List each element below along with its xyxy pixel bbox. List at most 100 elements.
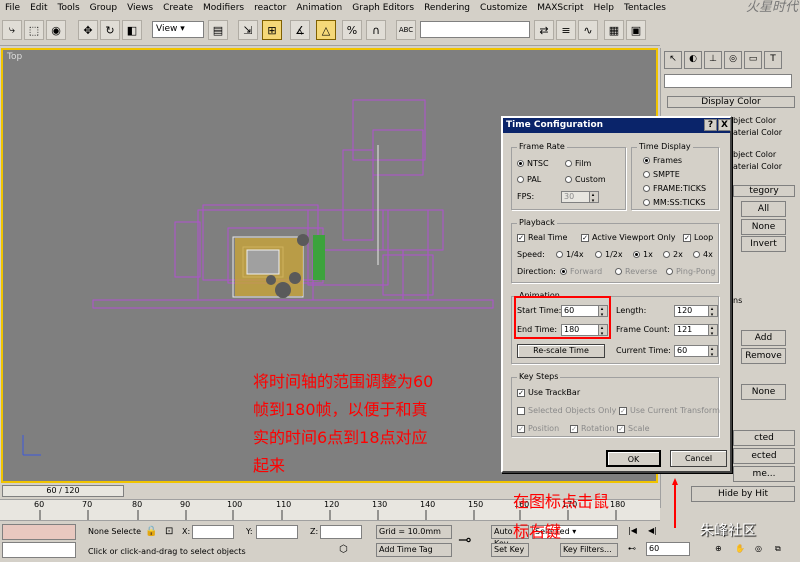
- spinner-snap-icon[interactable]: %: [342, 20, 362, 40]
- none-button-2[interactable]: None: [741, 384, 786, 400]
- length-spinner[interactable]: 120: [674, 305, 718, 317]
- invert-button[interactable]: Invert: [741, 236, 786, 252]
- manipulate-icon[interactable]: ⇲: [238, 20, 258, 40]
- layers-icon[interactable]: ≡: [556, 20, 576, 40]
- set-key-icon[interactable]: ⊸: [458, 530, 471, 549]
- tick-70: 70: [82, 500, 93, 509]
- select-link-icon[interactable]: ⤷: [2, 20, 22, 40]
- speed-4x-radio[interactable]: 4x: [693, 250, 713, 259]
- snap-icon[interactable]: ⊞: [262, 20, 282, 40]
- maximize-icon[interactable]: ⧉: [775, 544, 781, 554]
- material-editor-icon[interactable]: ▦: [604, 20, 624, 40]
- time-slider-text: 60 / 120: [46, 486, 80, 495]
- real-time-checkbox[interactable]: ✓ Real Time: [517, 233, 567, 242]
- select-region-icon[interactable]: ⬚: [24, 20, 44, 40]
- magnet-icon[interactable]: ∩: [366, 20, 386, 40]
- menu-modifiers[interactable]: Modifiers: [198, 3, 249, 13]
- menu-help[interactable]: Help: [588, 3, 619, 13]
- frame-count-spinner[interactable]: 121: [674, 324, 718, 336]
- menu-rendering[interactable]: Rendering: [419, 3, 475, 13]
- maxscript-listener[interactable]: [2, 524, 76, 540]
- menu-file[interactable]: File: [0, 3, 25, 13]
- select-object-icon[interactable]: ◉: [46, 20, 66, 40]
- loop-checkbox[interactable]: ✓ Loop: [683, 233, 713, 242]
- cancel-button[interactable]: Cancel: [670, 450, 727, 467]
- close-button[interactable]: X: [718, 119, 731, 131]
- hierarchy-tab-icon[interactable]: ⊥: [704, 51, 722, 69]
- pan-icon[interactable]: ✋: [735, 544, 745, 553]
- x-coord-field[interactable]: [192, 525, 234, 539]
- display-tab-icon[interactable]: ▭: [744, 51, 762, 69]
- abc-icon[interactable]: ABC: [396, 20, 416, 40]
- smpte-radio[interactable]: SMPTE: [643, 170, 680, 179]
- custom-radio[interactable]: Custom: [565, 175, 606, 184]
- ok-button[interactable]: OK: [606, 450, 661, 467]
- menu-create[interactable]: Create: [158, 3, 198, 13]
- display-color-rollout[interactable]: Display Color: [667, 96, 795, 108]
- add-time-tag-button[interactable]: Add Time Tag: [376, 543, 452, 557]
- hide-by-hit-button[interactable]: Hide by Hit: [691, 486, 795, 502]
- menu-graph-editors[interactable]: Graph Editors: [347, 3, 419, 13]
- dialog-title-bar[interactable]: Time Configuration: [503, 118, 730, 133]
- film-radio[interactable]: Film: [565, 159, 591, 168]
- menu-group[interactable]: Group: [85, 3, 122, 13]
- motion-tab-icon[interactable]: ◎: [724, 51, 742, 69]
- active-viewport-checkbox[interactable]: ✓ Active Viewport Only: [581, 233, 676, 242]
- move-icon[interactable]: ✥: [78, 20, 98, 40]
- speed-1x-radio[interactable]: 1x: [633, 250, 653, 259]
- orbit-icon[interactable]: ◎: [755, 544, 762, 553]
- lock-icon[interactable]: 🔒: [145, 526, 157, 537]
- percent-snap-icon[interactable]: △: [316, 20, 336, 40]
- speed-half-radio[interactable]: 1/2x: [595, 250, 623, 259]
- absolute-mode-icon[interactable]: ⊡: [165, 526, 173, 537]
- utilities-tab-icon[interactable]: T: [764, 51, 782, 69]
- hide-by-name-button[interactable]: me...: [733, 466, 795, 482]
- rotate-icon[interactable]: ↻: [100, 20, 120, 40]
- pal-radio[interactable]: PAL: [517, 175, 541, 184]
- ntsc-radio[interactable]: NTSC: [517, 159, 549, 168]
- menu-edit[interactable]: Edit: [25, 3, 52, 13]
- none-button[interactable]: None: [741, 219, 786, 235]
- use-trackbar-checkbox[interactable]: ✓ Use TrackBar: [517, 388, 580, 397]
- angle-snap-icon[interactable]: ∡: [290, 20, 310, 40]
- speed-2x-radio[interactable]: 2x: [663, 250, 683, 259]
- named-selection-select[interactable]: [420, 21, 530, 38]
- hide-selected-button[interactable]: ected: [733, 448, 795, 464]
- frames-radio-dot: [643, 157, 650, 164]
- all-button[interactable]: All: [741, 201, 786, 217]
- time-slider[interactable]: 60 / 120: [2, 485, 124, 497]
- create-tab-icon[interactable]: ↖: [664, 51, 682, 69]
- menu-customize[interactable]: Customize: [475, 3, 532, 13]
- menu-animation[interactable]: Animation: [291, 3, 347, 13]
- modify-tab-icon[interactable]: ◐: [684, 51, 702, 69]
- time-configuration-dialog: Time Configuration ? X Frame Rate NTSC F…: [501, 116, 732, 473]
- unhide-selected-button[interactable]: cted: [733, 430, 795, 446]
- menu-maxscript[interactable]: MAXScript: [532, 3, 588, 13]
- add-button[interactable]: Add: [741, 330, 786, 346]
- menu-tools[interactable]: Tools: [53, 3, 85, 13]
- category-rollout[interactable]: tegory: [733, 185, 795, 197]
- render-scene-icon[interactable]: ▣: [626, 20, 646, 40]
- maxscript-mini-input[interactable]: [2, 542, 76, 558]
- menu-views[interactable]: Views: [122, 3, 158, 13]
- rescale-time-button[interactable]: Re-scale Time: [517, 344, 605, 358]
- speed-quarter-radio[interactable]: 1/4x: [556, 250, 584, 259]
- z-coord-field[interactable]: [320, 525, 362, 539]
- scale-icon[interactable]: ◧: [122, 20, 142, 40]
- object-name-field[interactable]: [664, 74, 792, 88]
- y-coord-field[interactable]: [256, 525, 298, 539]
- curve-editor-icon[interactable]: ∿: [578, 20, 598, 40]
- reference-coord-select[interactable]: View ▾: [152, 21, 204, 38]
- mirror-icon[interactable]: ⇄: [534, 20, 554, 40]
- time-tag-icon[interactable]: ⬡: [339, 544, 348, 555]
- grid-size-display: Grid = 10.0mm: [376, 525, 452, 539]
- current-time-spinner[interactable]: 60: [674, 345, 718, 357]
- pivot-icon[interactable]: ▤: [208, 20, 228, 40]
- frame-ticks-radio[interactable]: FRAME:TICKS: [643, 184, 706, 193]
- mm-ss-ticks-radio[interactable]: MM:SS:TICKS: [643, 198, 706, 207]
- zoom-icon[interactable]: ⊕: [715, 544, 722, 553]
- menu-reactor[interactable]: reactor: [249, 3, 291, 13]
- help-button[interactable]: ?: [704, 119, 717, 131]
- remove-button[interactable]: Remove: [741, 348, 786, 364]
- frames-radio[interactable]: Frames: [643, 156, 682, 165]
